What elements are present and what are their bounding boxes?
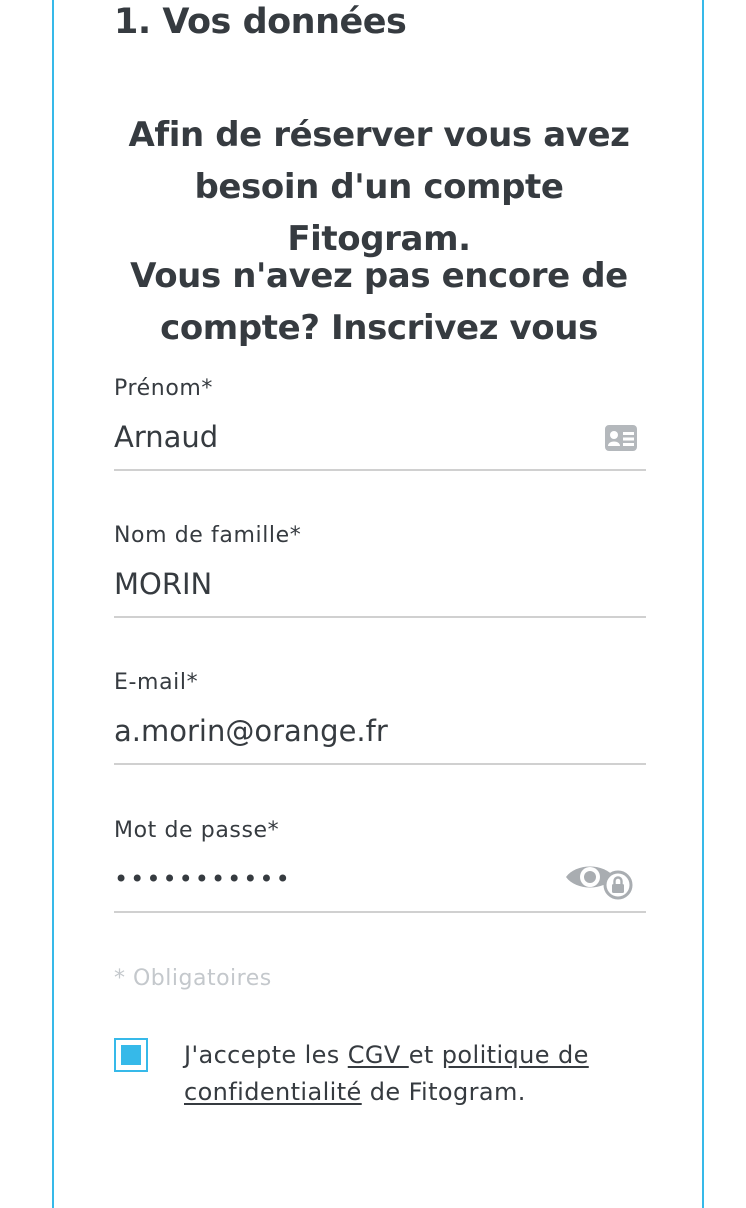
first-name-input[interactable] [114,415,584,459]
terms-suffix: de Fitogram. [361,1078,526,1106]
password-input[interactable] [114,857,584,901]
checkbox-checked-mark [121,1045,141,1065]
last-name-label: Nom de famille* [114,523,302,548]
terms-middle: et [408,1041,442,1069]
last-name-input[interactable] [114,562,584,606]
password-field: Mot de passe* [114,817,646,927]
first-name-underline [114,469,646,471]
terms-text: J'accepte les CGV et politique de confid… [184,1037,644,1111]
cgv-link[interactable]: CGV [348,1041,409,1069]
show-password-icon[interactable] [564,857,634,900]
password-underline [114,911,646,913]
required-fields-note: * Obligatoires [114,966,272,991]
terms-prefix: J'accepte les [184,1041,348,1069]
signup-prompt-text: Vous n'avez pas encore de compte? Inscri… [130,256,628,348]
last-name-underline [114,616,646,618]
section-title: 1. Vos données [114,2,407,42]
account-required-text: Afin de réserver vous avez besoin d'un c… [128,115,630,259]
email-label: E-mail* [114,670,199,695]
first-name-label: Prénom* [114,376,214,401]
accept-terms-checkbox[interactable] [114,1038,148,1072]
contact-card-icon[interactable] [604,421,638,455]
email-underline [114,763,646,765]
email-input[interactable] [114,709,584,753]
first-name-field: Prénom* [114,375,646,485]
email-field: E-mail* [114,669,646,779]
last-name-field: Nom de famille* [114,522,646,632]
password-label: Mot de passe* [114,818,280,843]
